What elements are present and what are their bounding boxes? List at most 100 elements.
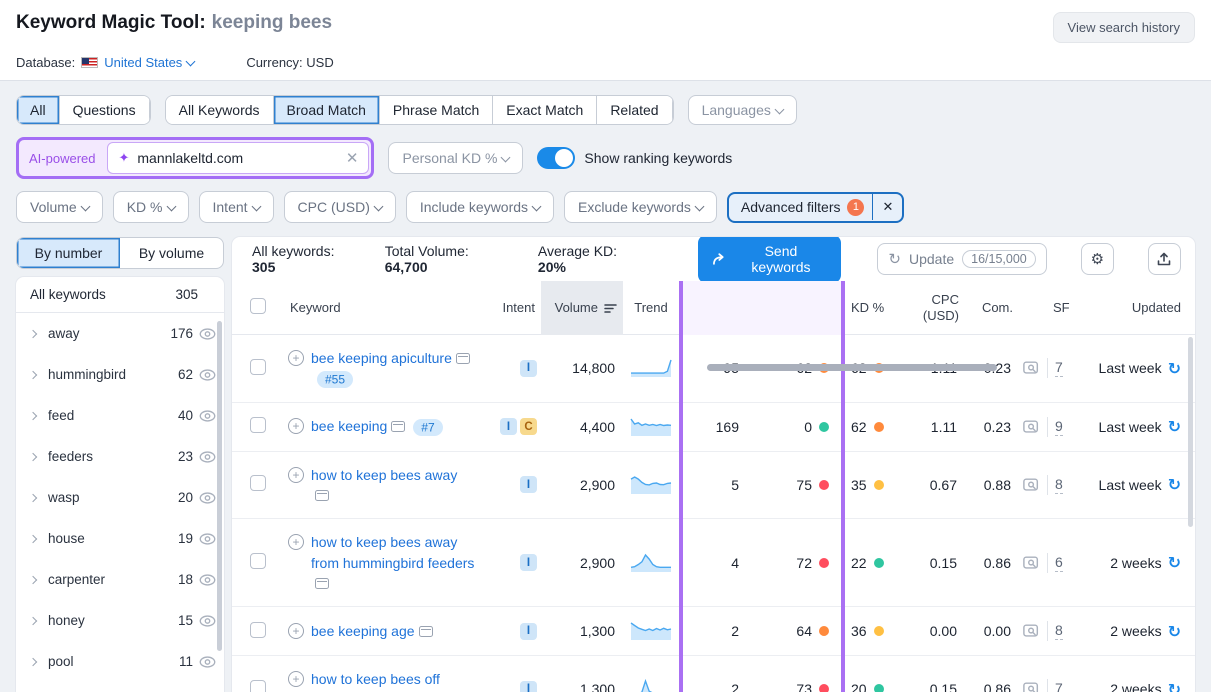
clear-input-icon[interactable]: ✕ [346, 149, 359, 167]
chevron-right-icon[interactable] [29, 616, 37, 624]
update-button[interactable]: ↻ Update 16/15,000 [877, 243, 1046, 275]
serp-features-icon[interactable] [419, 626, 433, 637]
refresh-metrics-icon[interactable]: ↻ [1168, 417, 1181, 436]
eye-icon[interactable] [199, 492, 216, 504]
refresh-metrics-icon[interactable]: ↻ [1168, 553, 1181, 572]
sort-by-volume-tab[interactable]: By volume [120, 238, 223, 268]
keyword-group-item[interactable]: wasp 20 [16, 477, 224, 518]
filter-dropdown[interactable]: Include keywords [406, 191, 554, 223]
keyword-link[interactable]: how to keep bees away [311, 465, 477, 506]
add-keyword-icon[interactable]: + [288, 534, 304, 550]
col-pkd[interactable]: ✦ PKD % [751, 296, 839, 320]
table-vertical-scrollbar[interactable] [1188, 337, 1193, 527]
all-keywords-group[interactable]: All keywords 305 [16, 277, 224, 313]
chevron-right-icon[interactable] [29, 534, 37, 542]
keyword-group-item[interactable]: feed 40 [16, 395, 224, 436]
filter-dropdown[interactable]: Exclude keywords [564, 191, 717, 223]
col-keyword[interactable]: Keyword [284, 296, 489, 320]
keyword-group-item[interactable]: pool 11 [16, 641, 224, 682]
row-checkbox[interactable] [250, 475, 266, 491]
row-checkbox[interactable] [250, 417, 266, 433]
show-ranking-keywords-toggle[interactable] [537, 147, 575, 169]
filter-dropdown[interactable]: Volume [16, 191, 103, 223]
serp-analysis-icon[interactable] [1023, 478, 1040, 492]
eye-icon[interactable] [199, 533, 216, 545]
keyword-link[interactable]: bee keeping age [311, 621, 435, 641]
keyword-group-item[interactable]: feeders 23 [16, 436, 224, 477]
select-all-checkbox[interactable] [250, 298, 266, 314]
tab[interactable]: All [17, 96, 60, 124]
keyword-link[interactable]: bee keeping apiculture#55 [311, 348, 477, 389]
refresh-metrics-icon[interactable]: ↻ [1168, 475, 1181, 494]
sort-by-number-tab[interactable]: By number [17, 238, 120, 268]
eye-icon[interactable] [199, 451, 216, 463]
send-keywords-button[interactable]: Send keywords [698, 237, 841, 283]
keyword-group-item[interactable]: carpenter 18 [16, 559, 224, 600]
keyword-link[interactable]: how to keep bees off hummingbird feeder [311, 669, 477, 692]
keyword-link[interactable]: bee keeping#7 [311, 416, 443, 436]
sf-count[interactable]: 9 [1055, 418, 1063, 436]
chevron-right-icon[interactable] [29, 452, 37, 460]
serp-analysis-icon[interactable] [1023, 420, 1040, 434]
horizontal-scrollbar[interactable] [707, 364, 997, 371]
add-keyword-icon[interactable]: + [288, 671, 304, 687]
row-checkbox[interactable] [250, 680, 266, 692]
add-keyword-icon[interactable]: + [288, 350, 304, 366]
add-keyword-icon[interactable]: + [288, 467, 304, 483]
col-trend[interactable]: Trend [623, 296, 679, 320]
export-button[interactable] [1148, 243, 1181, 275]
sf-count[interactable]: 7 [1055, 680, 1063, 692]
filter-dropdown[interactable]: Intent [199, 191, 274, 223]
refresh-metrics-icon[interactable]: ↻ [1168, 622, 1181, 641]
chevron-right-icon[interactable] [29, 657, 37, 665]
filter-dropdown[interactable]: CPC (USD) [284, 191, 396, 223]
col-intent[interactable]: Intent [489, 296, 541, 320]
serp-features-icon[interactable] [315, 578, 329, 589]
serp-features-icon[interactable] [315, 490, 329, 501]
serp-features-icon[interactable] [456, 353, 470, 364]
advanced-filters-chip[interactable]: Advanced filters1 ✕ [727, 192, 905, 223]
eye-icon[interactable] [199, 656, 216, 668]
col-sf[interactable]: SF [1019, 296, 1081, 320]
search-input-value[interactable]: mannlakeltd.com [137, 150, 346, 166]
tab[interactable]: All Keywords [166, 96, 274, 124]
serp-analysis-icon[interactable] [1023, 682, 1040, 692]
col-volume[interactable]: Volume [541, 281, 623, 335]
sf-count[interactable]: 8 [1055, 622, 1063, 640]
eye-icon[interactable] [199, 574, 216, 586]
sf-count[interactable]: 6 [1055, 554, 1063, 572]
add-keyword-icon[interactable]: + [288, 623, 304, 639]
table-settings-button[interactable]: ⚙ [1081, 243, 1114, 275]
keyword-group-item[interactable]: away 176 [16, 313, 224, 354]
chevron-right-icon[interactable] [29, 411, 37, 419]
filter-dropdown[interactable]: KD % [113, 191, 189, 223]
col-com[interactable]: Com. [965, 296, 1019, 320]
col-kd[interactable]: KD % [839, 296, 897, 320]
keyword-group-item[interactable]: hummingbird 62 [16, 354, 224, 395]
col-updated[interactable]: Updated [1081, 296, 1195, 320]
languages-dropdown[interactable]: Languages [688, 95, 797, 125]
eye-icon[interactable] [199, 615, 216, 627]
eye-icon[interactable] [199, 369, 216, 381]
serp-analysis-icon[interactable] [1023, 624, 1040, 638]
eye-icon[interactable] [199, 328, 216, 340]
database-selector[interactable]: United States [104, 55, 194, 70]
personal-kd-dropdown[interactable]: Personal KD % [388, 142, 523, 174]
col-pot-traffic[interactable]: ✦ Pot. Traffic [679, 288, 751, 329]
tab[interactable]: Broad Match [274, 96, 380, 124]
chevron-right-icon[interactable] [29, 575, 37, 583]
keyword-link[interactable]: how to keep bees away from hummingbird f… [311, 532, 477, 593]
serp-analysis-icon[interactable] [1023, 556, 1040, 570]
add-keyword-icon[interactable]: + [288, 418, 304, 434]
refresh-metrics-icon[interactable]: ↻ [1168, 680, 1181, 692]
serp-analysis-icon[interactable] [1023, 361, 1040, 375]
col-cpc[interactable]: CPC (USD) [897, 288, 965, 329]
eye-icon[interactable] [199, 410, 216, 422]
serp-features-icon[interactable] [391, 421, 405, 432]
chevron-right-icon[interactable] [29, 493, 37, 501]
row-checkbox[interactable] [250, 553, 266, 569]
chevron-right-icon[interactable] [29, 370, 37, 378]
sf-count[interactable]: 7 [1055, 359, 1063, 377]
row-checkbox[interactable] [250, 359, 266, 375]
refresh-metrics-icon[interactable]: ↻ [1168, 359, 1181, 378]
